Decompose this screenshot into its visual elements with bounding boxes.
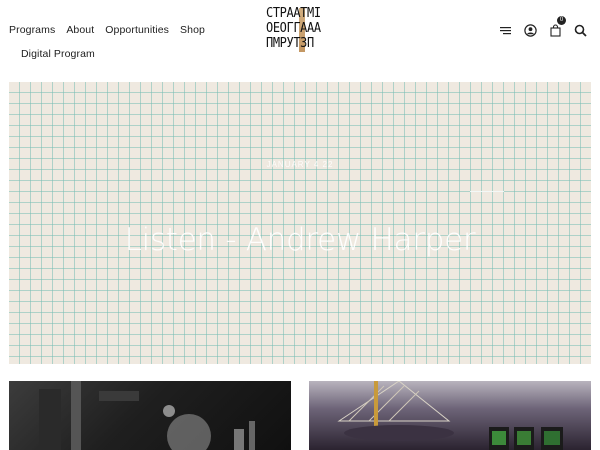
nav-link-about[interactable]: About [66,24,94,36]
event-card-image-2[interactable] [309,381,591,450]
menu-icon[interactable] [499,24,512,37]
nav-row-primary: Programs About Opportunities Shop [9,23,229,37]
hero-banner[interactable]: JANUARY 4 22 Listen - Andrew Harper [9,82,591,364]
nav-row-secondary: Digital Program [9,47,229,61]
account-icon[interactable] [524,23,537,37]
header-icons: 0 [499,15,587,38]
site-header: Programs About Opportunities Shop Digita… [0,0,600,78]
hero-title: Listen - Andrew Harper [124,222,476,258]
card-photo-2 [337,381,563,450]
logo-line-1: CTPAATMI [266,6,321,21]
search-icon[interactable] [574,24,587,37]
hero-decorative-line [470,191,504,192]
nav-link-programs[interactable]: Programs [9,24,55,36]
nav-link-digital-program[interactable]: Digital Program [21,48,95,60]
cart-count-badge: 0 [557,15,566,25]
logo-line-2: OEOГГААА [266,21,321,36]
cart-icon[interactable]: 0 [549,15,566,37]
card-photo-1 [39,381,255,450]
hero-date: JANUARY 4 22 [266,160,334,169]
nav-link-shop[interactable]: Shop [180,24,205,36]
logo-line-3: ПМРУТЗП [266,36,314,51]
site-logo[interactable]: CTPAATMI OEOГГААА ПМРУТЗП [266,6,336,54]
nav-link-opportunities[interactable]: Opportunities [105,24,169,36]
event-card-image-1[interactable] [9,381,291,450]
main-nav: Programs About Opportunities Shop Digita… [9,23,229,61]
